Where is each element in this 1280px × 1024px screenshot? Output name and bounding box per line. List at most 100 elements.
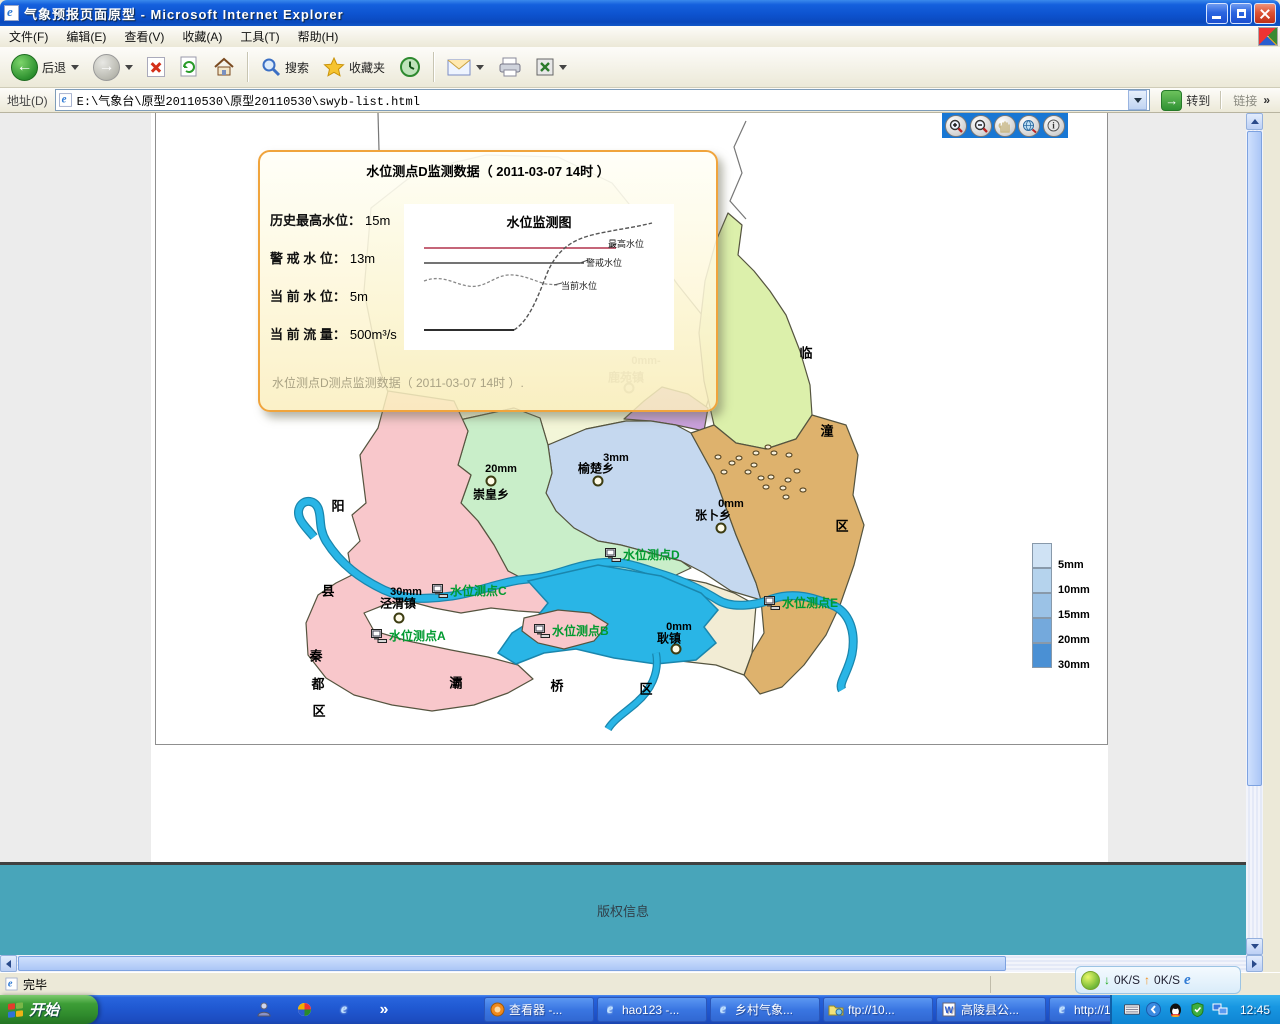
mail-dropdown-icon[interactable] [476,65,484,70]
page-footer: 版权信息 [0,862,1246,955]
field-label: 警 戒 水 位： [270,251,346,266]
map-zoom-out-icon[interactable] [970,115,992,137]
quick-launch-pinwheel-icon[interactable] [295,1001,313,1019]
station-monitor-icon [605,548,621,562]
close-button[interactable] [1254,3,1276,24]
station-label: 水位测点E [782,594,838,611]
taskbar-task[interactable]: W高陵县公... [936,997,1046,1022]
stop-button[interactable] [142,55,170,79]
links-label: 链接 [1233,92,1257,109]
legend-label: 5mm [1058,559,1084,571]
start-label: 开始 [29,999,59,1020]
edit-excel-icon [536,58,554,76]
horizontal-scrollbar[interactable] [0,955,1263,972]
chart-canvas [404,204,674,350]
town-marker-icon[interactable] [593,476,604,487]
station-label: 水位测点B [552,622,609,639]
map-toolbar: i [942,113,1068,138]
station-水位测点B[interactable]: 水位测点B [534,622,609,639]
menu-item[interactable]: 帮助(H) [289,26,348,47]
popup-field: 历史最高水位：15m [270,210,390,229]
quick-launch-overflow-icon[interactable]: » [375,1001,393,1019]
taskbar-task[interactable]: 查看器 -... [484,997,594,1022]
quick-launch-user-icon[interactable] [255,1001,273,1019]
mail-button[interactable] [442,57,489,78]
tray-shield-icon[interactable] [1190,1002,1206,1018]
restore-button[interactable] [1230,3,1252,24]
vertical-scroll-thumb[interactable] [1247,131,1262,786]
start-button[interactable]: 开始 [0,995,98,1024]
toolbar-separator [247,52,249,82]
horizontal-scroll-thumb[interactable] [18,956,1006,971]
menu-item[interactable]: 文件(F) [0,26,57,47]
edit-dropdown-icon[interactable] [559,65,567,70]
word-icon: W [941,1002,957,1018]
legend-label: 30mm [1058,659,1090,671]
menu-item[interactable]: 收藏(A) [173,26,231,47]
forward-button[interactable]: → [88,52,138,83]
svg-text:W: W [945,1005,954,1015]
address-input[interactable]: E:\气象台\原型20110530\原型20110530\swyb-list.h… [55,89,1151,111]
tray-network-icon[interactable] [1212,1002,1228,1018]
map-zoom-in-icon[interactable] [945,115,967,137]
ie-window: 气象预报页面原型 - Microsoft Internet Explorer 文… [0,0,1280,1024]
back-button[interactable]: ← 后退 [6,52,84,83]
ie-window-icon [4,5,19,21]
station-水位测点D[interactable]: 水位测点D [605,546,680,563]
scroll-down-button[interactable] [1246,938,1263,955]
popup-caption: 水位测点D测点监测数据（ 2011-03-07 14时 ）. [272,374,524,391]
address-dropdown-icon[interactable] [1128,90,1147,110]
station-水位测点C[interactable]: 水位测点C [432,582,507,599]
scroll-up-button[interactable] [1246,113,1263,130]
quick-launch-ie-icon[interactable]: e [335,1001,353,1019]
refresh-button[interactable] [174,54,204,80]
town-marker-icon[interactable] [716,523,727,534]
scroll-left-button[interactable] [0,955,17,972]
home-button[interactable] [208,55,240,79]
task-title: 查看器 -... [509,1001,562,1018]
popup-field: 当 前 流 量：500m³/s [270,324,397,343]
title-bar: 气象预报页面原型 - Microsoft Internet Explorer [0,0,1280,26]
favorites-label: 收藏夹 [349,59,385,76]
vertical-scrollbar[interactable] [1246,113,1263,955]
widget-ie-icon: e [1184,972,1191,989]
town-marker-icon[interactable] [394,613,405,624]
station-水位测点E[interactable]: 水位测点E [764,594,838,611]
speed-ball-icon [1081,971,1100,990]
station-monitor-icon [432,584,448,598]
print-button[interactable] [493,55,527,79]
links-button[interactable]: 链接 » [1225,92,1276,109]
map-globe-search-icon[interactable] [1018,115,1040,137]
address-label: 地址(D) [4,92,51,109]
tray-collapse-chevron-icon[interactable] [1146,1002,1162,1018]
go-button[interactable]: → 转到 [1154,89,1217,112]
station-水位测点A[interactable]: 水位测点A [371,627,446,644]
taskbar-task[interactable]: ftp://10... [823,997,933,1022]
forward-dropdown-icon[interactable] [125,65,133,70]
field-label: 当 前 流 量： [270,327,346,342]
tray-qq-icon[interactable] [1168,1002,1184,1018]
popup-field: 当 前 水 位：5m [270,286,368,305]
taskbar-task[interactable]: e乡村气象... [710,997,820,1022]
taskbar-task[interactable]: ehao123 -... [597,997,707,1022]
history-button[interactable] [394,54,426,80]
minimize-button[interactable] [1206,3,1228,24]
scroll-right-button[interactable] [1246,955,1263,972]
back-label: 后退 [42,59,66,76]
legend-swatch [1032,618,1052,643]
menu-item[interactable]: 编辑(E) [57,26,115,47]
menu-item[interactable]: 工具(T) [231,26,288,47]
map-pan-icon[interactable] [994,115,1016,137]
address-page-icon [59,93,72,107]
map-info-icon[interactable]: i [1043,115,1065,137]
favorites-button[interactable]: 收藏夹 [318,55,390,79]
menu-item[interactable]: 查看(V) [115,26,173,47]
network-speed-widget[interactable]: ↓ 0K/S ↑ 0K/S e [1075,966,1241,994]
back-dropdown-icon[interactable] [71,65,79,70]
search-button[interactable]: 搜索 [256,55,314,79]
district-label: 秦 [309,646,322,665]
edit-button[interactable] [531,56,572,78]
tray-keyboard-icon[interactable] [1124,1002,1140,1018]
download-speed: 0K/S [1114,973,1140,987]
taskbar: 开始 e » 查看器 -... ehao123 -...e乡村气象...ftp://… [0,995,1280,1024]
